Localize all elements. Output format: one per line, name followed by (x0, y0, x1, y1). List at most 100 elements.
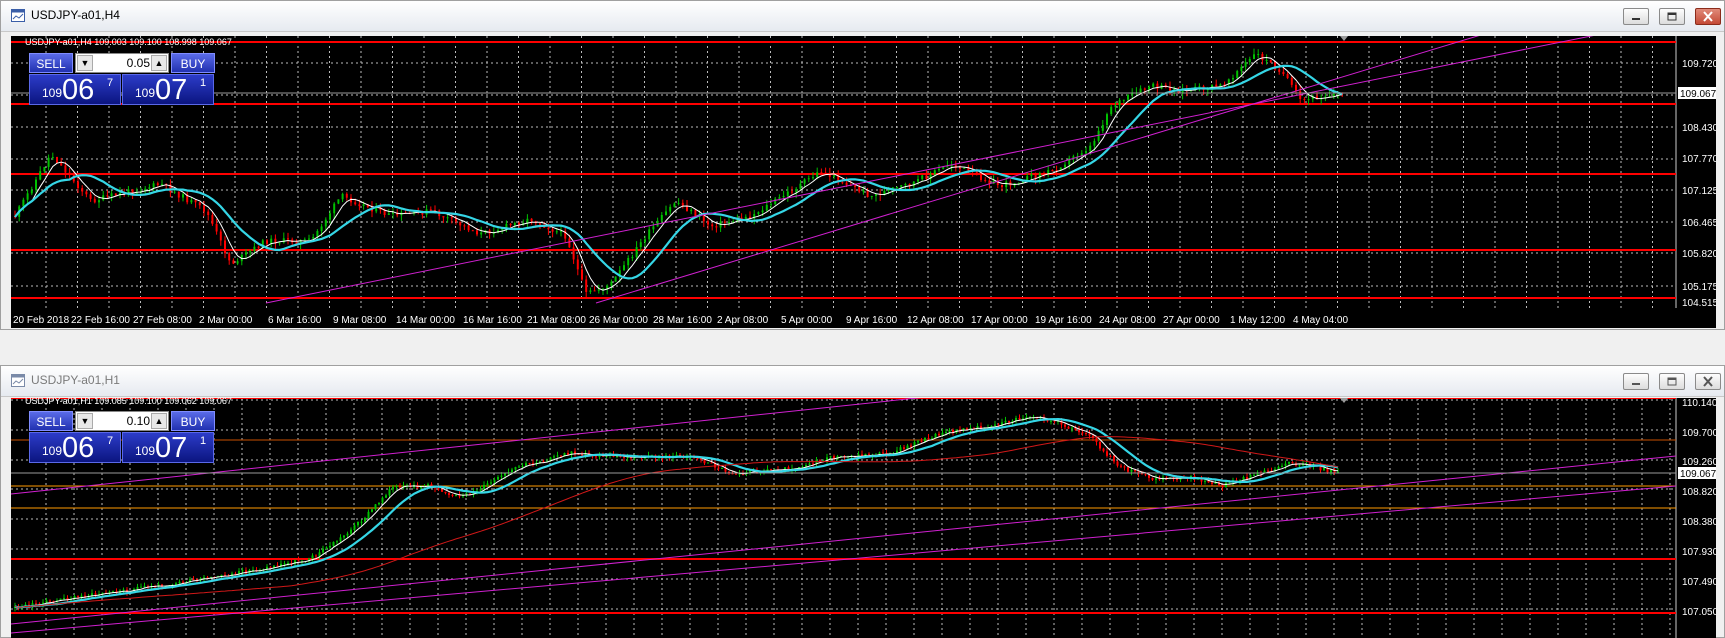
maximize-button[interactable] (1659, 8, 1685, 25)
sell-button[interactable]: SELL (29, 53, 73, 73)
candle-body (360, 521, 363, 523)
candle-body (1118, 100, 1121, 106)
bid-price-prefix: 109 (42, 86, 63, 100)
chart-window-h1[interactable]: USDJPY-a01,H1 USDJPY-a01,H1 109.085 109.… (0, 365, 1725, 638)
candle-body (509, 223, 512, 226)
bid-price-box[interactable]: 109 06 7 (29, 432, 121, 464)
price-axis-label: 109.700 (1682, 428, 1716, 439)
candle-body (85, 191, 88, 195)
one-click-trading-panel[interactable]: SELL ▼ 0.10 ▲ BUY 109 06 7 109 07 1 (29, 411, 215, 464)
candle-body (854, 185, 856, 187)
candle-body (1288, 462, 1290, 464)
minimize-button[interactable] (1623, 8, 1649, 25)
candle-body (648, 229, 651, 240)
candle-body (148, 187, 151, 189)
increase-lot-button[interactable]: ▲ (151, 55, 167, 71)
one-click-trading-panel[interactable]: SELL ▼ 0.05 ▲ BUY 109 06 7 109 07 1 (29, 53, 215, 106)
candle-body (1005, 181, 1008, 188)
candle-body (1214, 482, 1217, 484)
candle-body (1067, 426, 1070, 429)
chart-shift-marker[interactable] (1340, 36, 1348, 41)
candle-body (938, 433, 940, 436)
candle-body (357, 522, 359, 526)
price-chart[interactable]: USDJPY-a01,H4 109.003 109.100 108.998 10… (11, 36, 1716, 328)
candle-body (98, 200, 100, 203)
candle-body (984, 179, 987, 181)
price-chart-canvas[interactable]: USDJPY-a01,H4 109.003 109.100 108.998 10… (11, 36, 1716, 328)
candle-body (367, 511, 370, 518)
ask-price-fraction: 1 (200, 77, 207, 89)
lot-size-spinner[interactable]: ▼ 0.10 ▲ (75, 411, 169, 431)
window-titlebar[interactable]: USDJPY-a01,H4 (1, 1, 1724, 32)
chart-window-h4[interactable]: USDJPY-a01,H4 USDJPY-a01,H4 109.003 109.… (0, 0, 1725, 330)
candle-body (232, 260, 235, 264)
lot-size-value[interactable]: 0.05 (94, 56, 150, 70)
candle-body (862, 190, 865, 192)
candle-body (1018, 418, 1021, 420)
candle-body (337, 199, 340, 204)
candle-body (1051, 170, 1054, 172)
candle-body (94, 593, 97, 595)
candle-body (639, 242, 642, 248)
candle-body (490, 482, 492, 484)
buy-button[interactable]: BUY (171, 411, 215, 431)
candle-body (1323, 467, 1325, 471)
maximize-button[interactable] (1659, 373, 1685, 390)
chart-symbol-info: USDJPY-a01,H1 109.085 109.100 109.062 10… (25, 398, 232, 406)
candle-body (1215, 84, 1218, 87)
candle-body (450, 217, 453, 219)
candle-body (45, 600, 48, 603)
candle-body (1151, 477, 1154, 480)
time-axis-label: 9 Apr 16:00 (846, 315, 898, 326)
candle-body (1303, 98, 1306, 100)
close-button[interactable] (1695, 8, 1721, 25)
candle-body (467, 225, 470, 231)
candle-body (707, 221, 709, 225)
candle-body (774, 198, 777, 205)
candle-body (766, 469, 769, 471)
candle-body (1176, 479, 1178, 481)
bid-price-box[interactable]: 109 06 7 (29, 74, 121, 106)
trend-channel-line[interactable] (595, 36, 1636, 304)
decrease-lot-button[interactable]: ▼ (77, 413, 93, 429)
window-titlebar[interactable]: USDJPY-a01,H1 (1, 366, 1724, 397)
candle-body (81, 188, 84, 192)
trend-channel-line[interactable] (265, 36, 1606, 304)
candle-body (812, 177, 814, 179)
candle-body (211, 215, 214, 224)
price-axis-label: 106.465 (1682, 218, 1716, 229)
time-axis-label: 9 Mar 08:00 (333, 315, 387, 326)
decrease-lot-button[interactable]: ▼ (77, 55, 93, 71)
minimize-button[interactable] (1623, 373, 1649, 390)
current-price-label: 109.067 (1680, 469, 1716, 480)
candle-body (669, 206, 672, 212)
ask-price-box[interactable]: 109 07 1 (122, 432, 214, 464)
candle-body (945, 431, 947, 433)
lot-size-value[interactable]: 0.10 (94, 414, 150, 428)
candle-body (896, 187, 898, 189)
candle-body (385, 495, 387, 498)
candle-body (333, 203, 336, 214)
ask-price-box[interactable]: 109 07 1 (122, 74, 214, 106)
candle-body (1148, 86, 1150, 90)
candle-body (1081, 432, 1084, 434)
candle-body (442, 216, 445, 218)
buy-button[interactable]: BUY (171, 53, 215, 73)
sell-button[interactable]: SELL (29, 411, 73, 431)
candle-body (446, 217, 449, 219)
candle-body (1101, 125, 1104, 131)
candle-body (870, 195, 873, 197)
lot-size-spinner[interactable]: ▼ 0.05 ▲ (75, 53, 169, 73)
candle-body (143, 586, 146, 588)
time-axis-label: 6 Mar 16:00 (268, 315, 322, 326)
increase-lot-button[interactable]: ▲ (151, 413, 167, 429)
close-button[interactable] (1695, 373, 1721, 390)
candle-body (1110, 106, 1113, 115)
time-axis-label: 28 Mar 16:00 (653, 315, 712, 326)
price-chart[interactable]: USDJPY-a01,H1 109.085 109.100 109.062 10… (11, 398, 1716, 638)
candle-body (437, 488, 440, 490)
trend-channel-line[interactable] (11, 455, 1677, 625)
candle-body (1269, 60, 1272, 63)
time-axis-label: 27 Feb 08:00 (133, 315, 192, 326)
price-chart-canvas[interactable]: USDJPY-a01,H1 109.085 109.100 109.062 10… (11, 398, 1716, 638)
